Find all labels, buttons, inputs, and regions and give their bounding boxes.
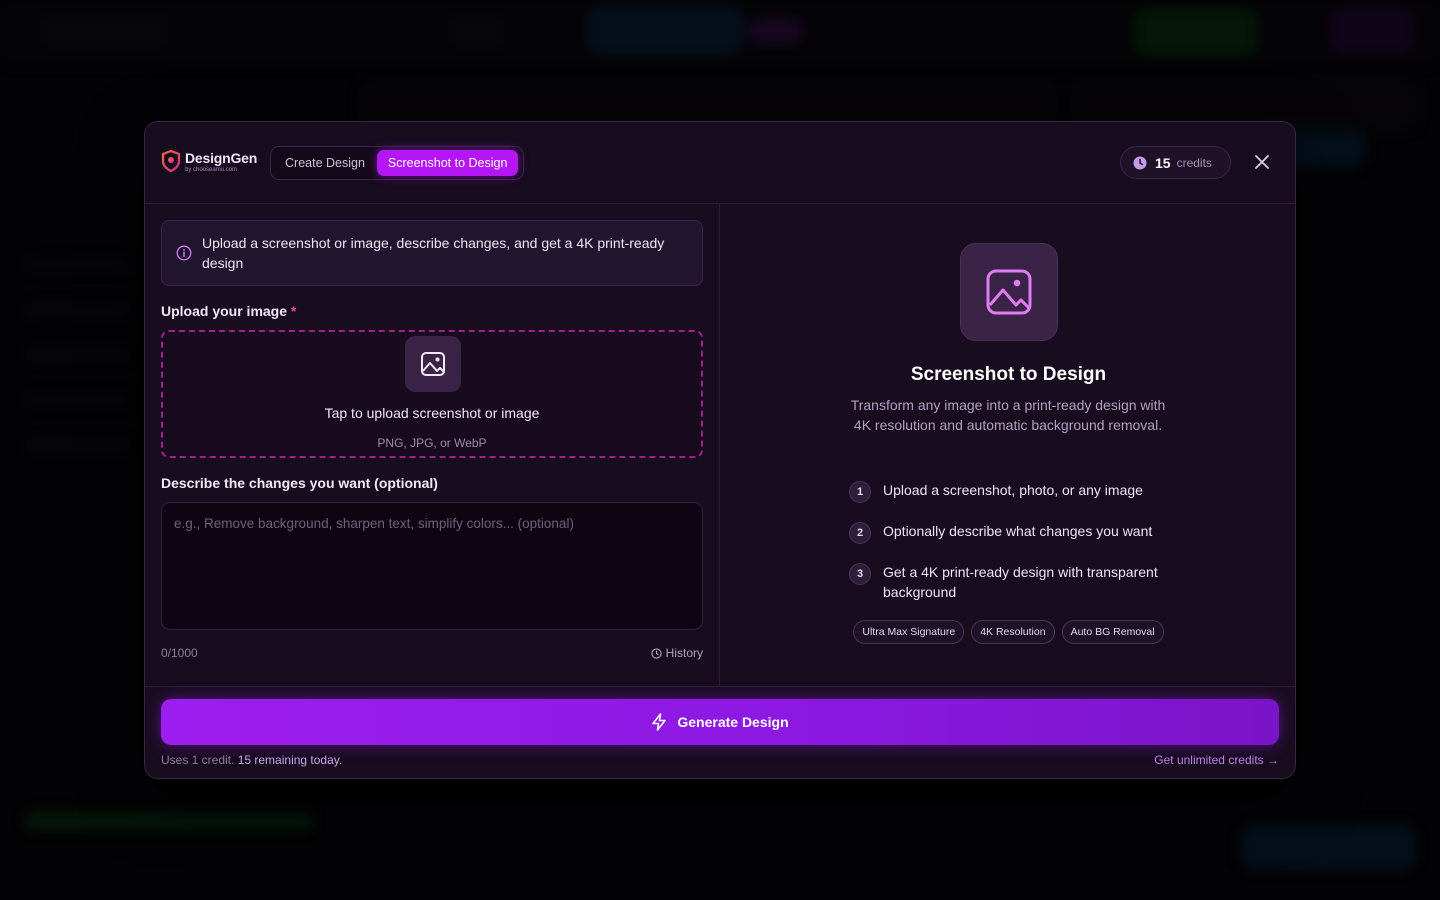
- credits-count: 15: [1155, 154, 1171, 171]
- step-item: 3 Get a 4K print-ready design with trans…: [849, 562, 1179, 602]
- get-unlimited-credits-link[interactable]: Get unlimited credits →: [1154, 753, 1279, 767]
- step-item: 2 Optionally describe what changes you w…: [849, 521, 1179, 544]
- credit-usage-note: Uses 1 credit. 15 remaining today.: [161, 753, 342, 767]
- feature-icon-box: [960, 243, 1058, 341]
- step-text: Get a 4K print-ready design with transpa…: [883, 564, 1158, 600]
- char-counter: 0/1000: [161, 646, 198, 660]
- step-text: Optionally describe what changes you wan…: [883, 523, 1153, 539]
- clock-icon: [1133, 156, 1147, 169]
- logo-name: DesignGen: [185, 150, 258, 166]
- image-icon: [986, 269, 1032, 315]
- logo-icon: [161, 150, 181, 172]
- feature-overview: Screenshot to Design Transform any image…: [720, 204, 1295, 686]
- step-number: 1: [849, 481, 871, 503]
- describe-label: Describe the changes you want (optional): [161, 475, 438, 491]
- tab-create-design[interactable]: Create Design: [274, 150, 376, 176]
- step-item: 1 Upload a screenshot, photo, or any ima…: [849, 480, 1179, 503]
- close-icon[interactable]: [1253, 153, 1271, 171]
- upload-form: Upload a screenshot or image, describe c…: [145, 204, 720, 686]
- info-text: Upload a screenshot or image, describe c…: [202, 235, 665, 271]
- feature-title: Screenshot to Design: [910, 364, 1107, 385]
- credits-label: credits: [1176, 155, 1212, 170]
- mode-tabs: Create Design Screenshot to Design: [270, 146, 524, 180]
- image-icon: [421, 352, 445, 376]
- modal-footer: Generate Design Uses 1 credit. 15 remain…: [145, 686, 1295, 778]
- history-label: History: [665, 646, 703, 660]
- dropzone-icon-box: [405, 336, 461, 392]
- steps-list: 1 Upload a screenshot, photo, or any ima…: [849, 480, 1179, 620]
- required-mark: *: [290, 303, 297, 319]
- info-icon: [176, 245, 192, 261]
- upload-label: Upload your image *: [161, 303, 296, 319]
- credits-badge[interactable]: 15 credits: [1120, 146, 1231, 179]
- dropzone-title: Tap to upload screenshot or image: [324, 405, 540, 421]
- image-dropzone[interactable]: Tap to upload screenshot or image PNG, J…: [161, 330, 703, 458]
- history-link[interactable]: History: [651, 646, 703, 660]
- step-number: 2: [849, 522, 871, 544]
- history-icon: [651, 647, 662, 659]
- step-text: Upload a screenshot, photo, or any image: [883, 482, 1143, 498]
- logo: DesignGen by chooseamu.com: [161, 150, 257, 174]
- upload-label-text: Upload your image: [161, 303, 288, 319]
- badge-4k-resolution: 4K Resolution: [971, 620, 1055, 644]
- tab-screenshot-to-design[interactable]: Screenshot to Design: [376, 150, 519, 176]
- lightning-icon: [652, 713, 667, 731]
- dropzone-formats: PNG, JPG, or WebP: [377, 436, 487, 450]
- credit-usage-prefix: Uses 1 credit.: [161, 753, 235, 767]
- badge-ultra-max-signature: Ultra Max Signature: [853, 620, 965, 644]
- generate-design-button[interactable]: Generate Design: [161, 699, 1279, 745]
- step-number: 3: [849, 563, 871, 585]
- badge-auto-bg-removal: Auto BG Removal: [1061, 620, 1164, 644]
- modal-header: DesignGen by chooseamu.com Create Design…: [145, 122, 1295, 204]
- describe-changes-input[interactable]: [161, 502, 703, 630]
- credits-remaining: 15 remaining today.: [237, 753, 343, 767]
- feature-description: Transform any image into a print-ready d…: [850, 397, 1166, 433]
- info-banner: Upload a screenshot or image, describe c…: [161, 220, 703, 286]
- feature-badges: Ultra Max Signature 4K Resolution Auto B…: [720, 620, 1295, 644]
- generate-design-label: Generate Design: [677, 714, 789, 730]
- logo-subtitle: by chooseamu.com: [185, 167, 238, 173]
- screenshot-to-design-modal: DesignGen by chooseamu.com Create Design…: [144, 121, 1296, 779]
